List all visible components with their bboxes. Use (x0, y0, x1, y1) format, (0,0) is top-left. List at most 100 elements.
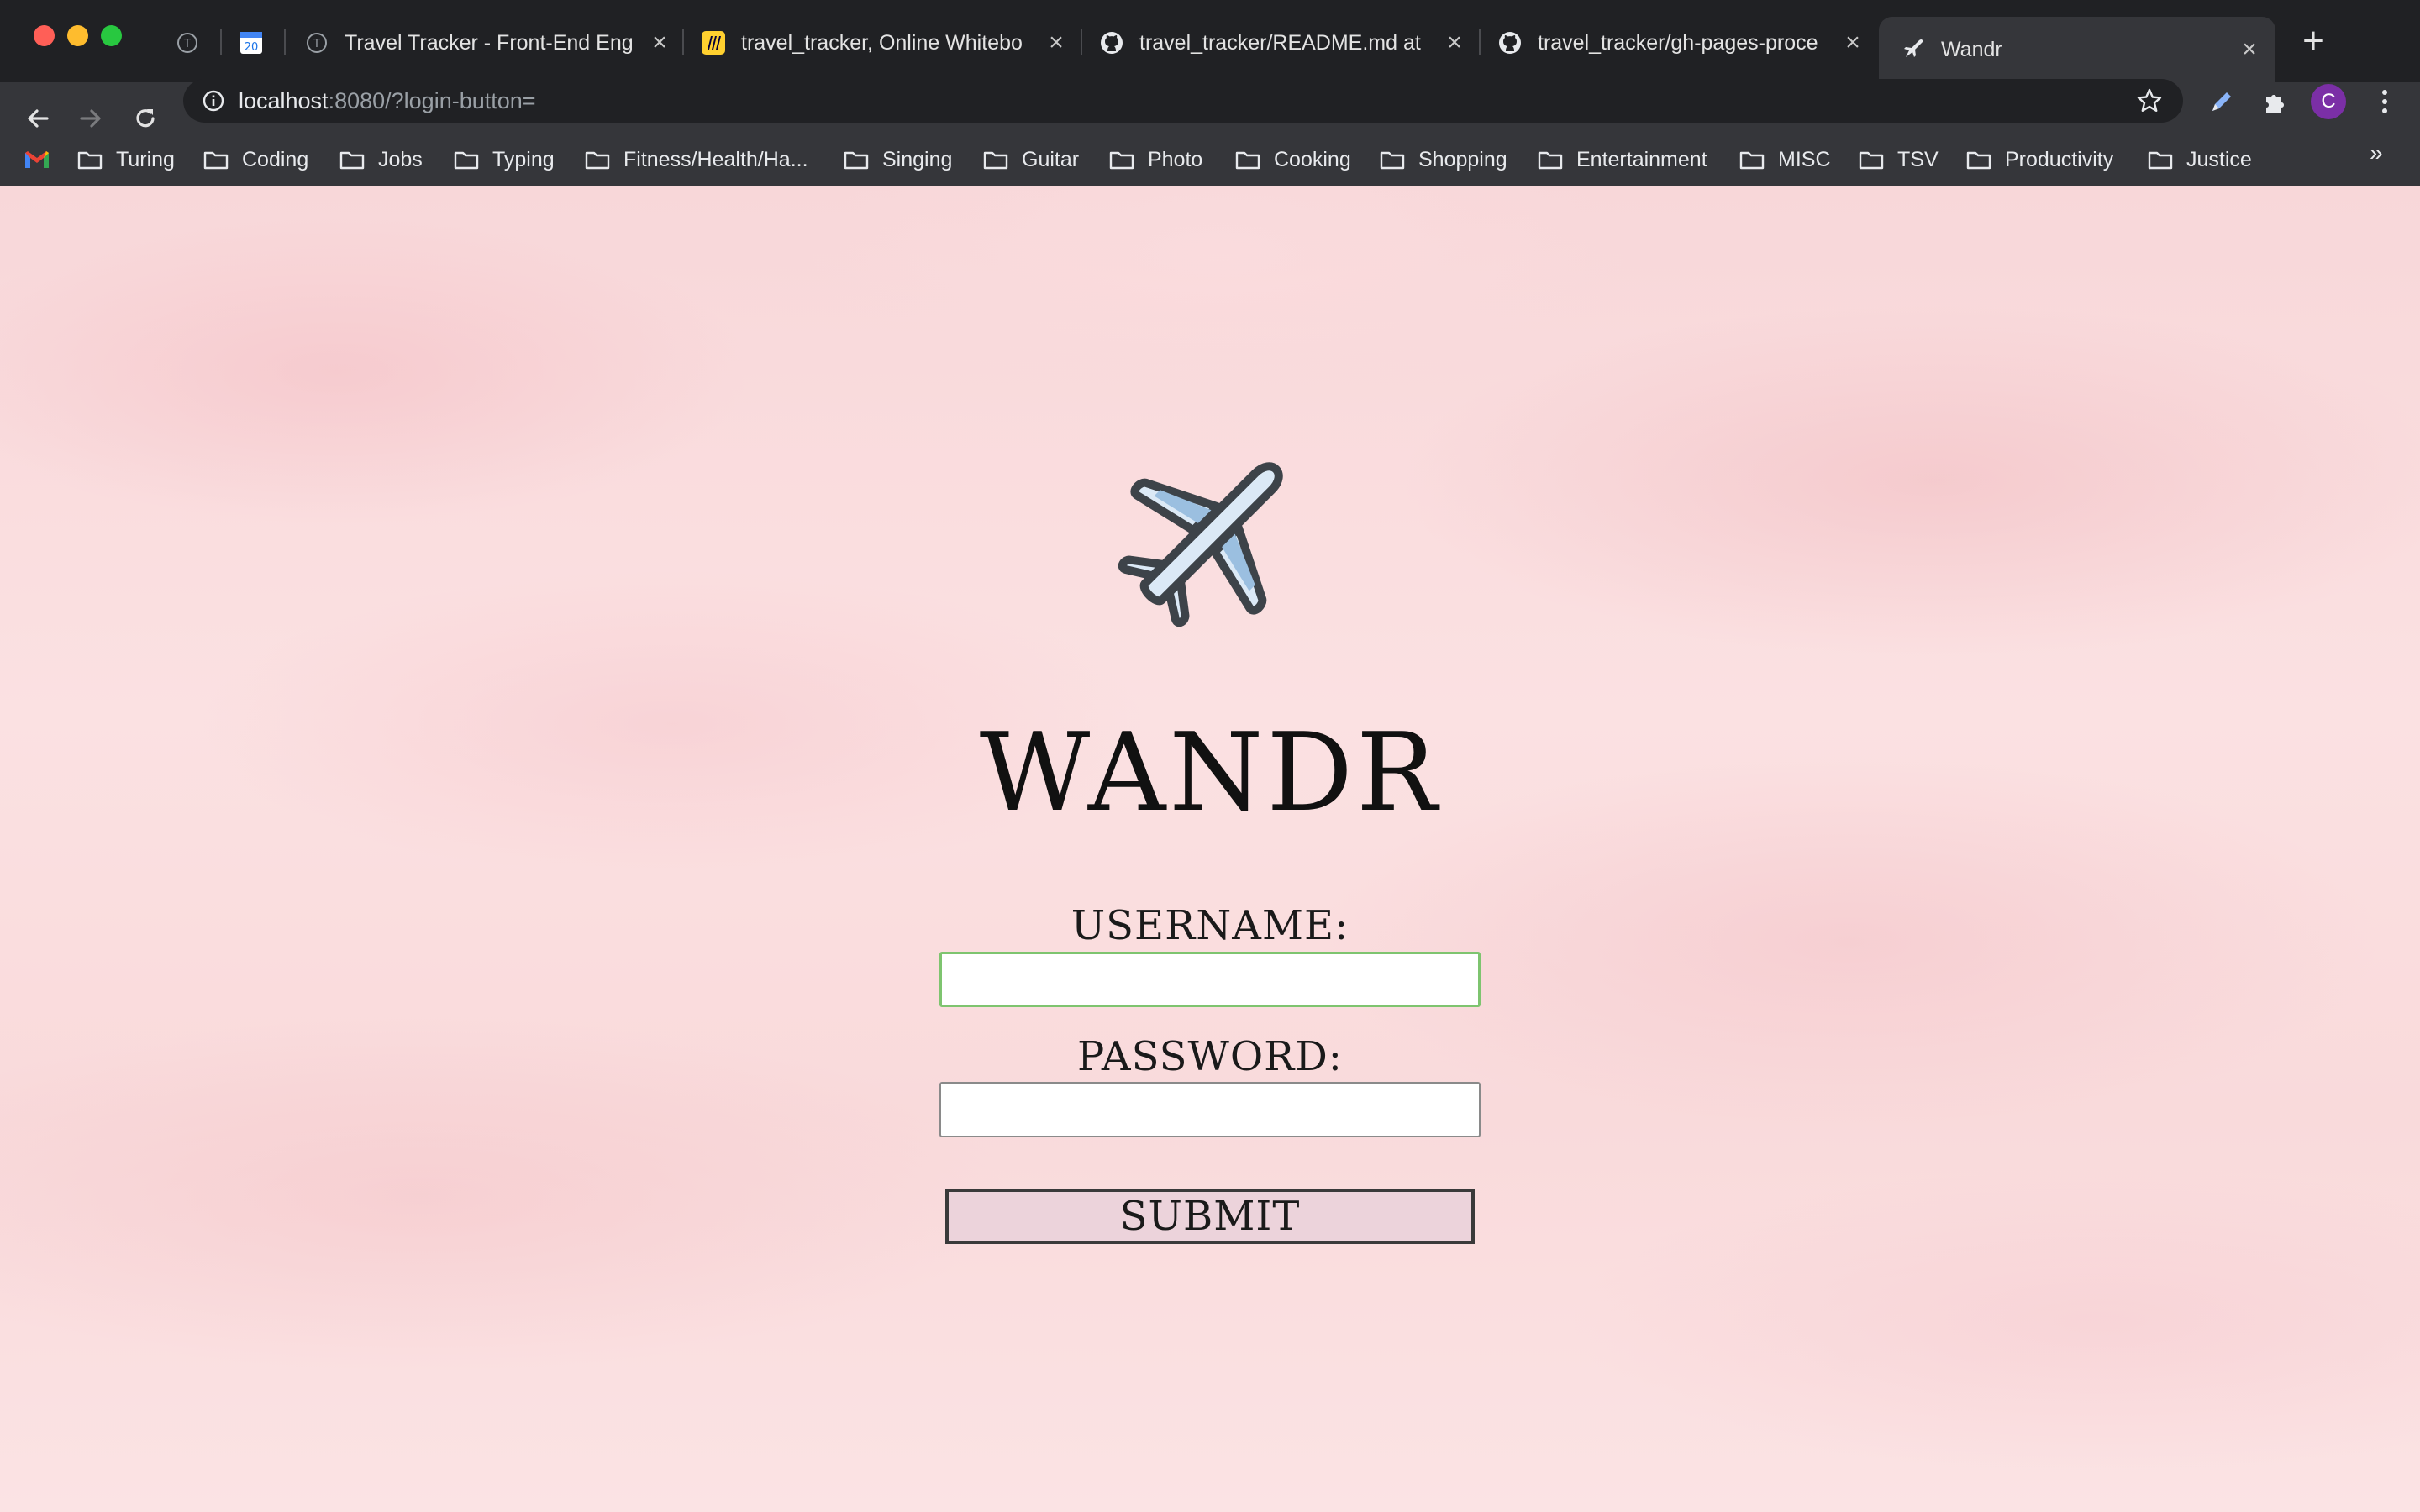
submit-button[interactable]: SUBMIT (945, 1189, 1475, 1244)
bookmark-folder-coding[interactable]: Coding (203, 144, 308, 175)
username-input[interactable] (939, 952, 1481, 1007)
tab-separator (1081, 29, 1082, 55)
folder-icon (1380, 151, 1405, 170)
bookmark-folder-singing[interactable]: Singing (844, 144, 952, 175)
close-icon[interactable]: × (1440, 29, 1469, 57)
tab-separator (220, 29, 222, 55)
github-icon (1099, 30, 1124, 55)
folder-icon (844, 151, 869, 170)
password-label: PASSWORD: (1077, 1033, 1343, 1080)
bookmark-folder-cooking[interactable]: Cooking (1235, 144, 1351, 175)
pen-icon (2212, 92, 2231, 111)
close-icon[interactable]: × (1042, 29, 1071, 57)
bookmark-gmail[interactable] (24, 144, 50, 175)
tab-title: travel_tracker/README.md at (1139, 30, 1421, 55)
bookmark-label: Productivity (2005, 147, 2114, 171)
tab-pinned-calendar[interactable]: 20 (239, 18, 267, 67)
airplane-logo-icon (1118, 462, 1283, 627)
bookmark-label: Photo (1148, 147, 1203, 171)
svg-text:T: T (313, 38, 320, 50)
close-icon[interactable]: × (1839, 29, 1867, 57)
info-icon[interactable] (202, 89, 225, 113)
folder-icon (339, 151, 365, 170)
bookmark-folder-entertainment[interactable]: Entertainment (1538, 144, 1707, 175)
tab-travel-tracker-spec[interactable]: T Travel Tracker - Front-End Eng × (304, 18, 674, 67)
bookmark-label: Entertainment (1576, 147, 1707, 171)
folder-icon (2148, 151, 2173, 170)
login-page: WANDR USERNAME: PASSWORD: SUBMIT (0, 186, 2420, 1512)
tab-title: Wandr (1941, 37, 2002, 61)
chrome-menu-button[interactable] (2370, 87, 2400, 117)
folder-icon (77, 151, 103, 170)
url-text[interactable]: localhost:8080/?login-button= (239, 88, 536, 114)
folder-icon (1235, 151, 1260, 170)
password-input[interactable] (939, 1082, 1481, 1137)
username-label: USERNAME: (1071, 902, 1349, 949)
tab-github-gh-pages[interactable]: travel_tracker/gh-pages-proce × (1497, 18, 1867, 67)
tab-pinned-turing[interactable]: T (175, 18, 203, 67)
calendar-day: 20 (245, 41, 259, 54)
bookmark-folder-jobs[interactable]: Jobs (339, 144, 423, 175)
svg-text:T: T (183, 38, 191, 50)
bookmark-label: Cooking (1274, 147, 1351, 171)
bookmark-folder-guitar[interactable]: Guitar (983, 144, 1079, 175)
folder-icon (1859, 151, 1884, 170)
folder-icon (1966, 151, 1991, 170)
url-host: localhost (239, 88, 329, 113)
extensions-button[interactable] (2260, 87, 2291, 117)
tab-title: travel_tracker/gh-pages-proce (1538, 30, 1818, 55)
bookmark-label: MISC (1778, 147, 1831, 171)
minimize-window-button[interactable] (67, 25, 88, 46)
profile-avatar[interactable]: C (2311, 84, 2346, 119)
plane-icon (1901, 37, 1926, 62)
bookmark-folder-tsv[interactable]: TSV (1859, 144, 1939, 175)
calendar-icon: 20 (239, 30, 264, 55)
close-icon[interactable]: × (645, 29, 674, 57)
tab-title: Travel Tracker - Front-End Eng (345, 30, 634, 55)
bookmark-folder-justice[interactable]: Justice (2148, 144, 2252, 175)
app-title: WANDR (979, 711, 1441, 836)
bookmark-folder-photo[interactable]: Photo (1109, 144, 1202, 175)
bookmark-folder-fitness-health-ha[interactable]: Fitness/Health/Ha... (585, 144, 808, 175)
bookmarks-overflow-button[interactable]: » (2370, 139, 2383, 166)
tab-github-readme[interactable]: travel_tracker/README.md at × (1099, 18, 1469, 67)
tab-title: travel_tracker, Online Whitebo (741, 30, 1023, 55)
browser-tab-strip: T 20 T Travel Tracker - Front-End Eng × … (0, 0, 2420, 82)
maximize-window-button[interactable] (101, 25, 122, 46)
puzzle-icon (2266, 95, 2284, 113)
bookmark-label: Turing (116, 147, 175, 171)
close-icon[interactable]: × (2235, 35, 2264, 64)
arrow-left-icon (28, 109, 49, 128)
bookmark-label: Singing (882, 147, 953, 171)
tab-miro-whiteboard[interactable]: travel_tracker, Online Whitebo × (701, 18, 1071, 67)
bookmark-folder-productivity[interactable]: Productivity (1966, 144, 2113, 175)
bookmark-label: Typing (492, 147, 555, 171)
folder-icon (1739, 151, 1765, 170)
bookmark-folder-typing[interactable]: Typing (454, 144, 555, 175)
folder-icon (1538, 151, 1563, 170)
new-tab-button[interactable]: + (2294, 20, 2333, 61)
url-path: :8080/?login-button= (328, 88, 536, 113)
tab-separator (1479, 29, 1481, 55)
miro-icon (701, 30, 726, 55)
bookmark-folder-shopping[interactable]: Shopping (1380, 144, 1507, 175)
bookmark-label: Justice (2186, 147, 2252, 171)
folder-icon (203, 151, 229, 170)
bookmark-folder-misc[interactable]: MISC (1739, 144, 1831, 175)
pen-extension-button[interactable] (2207, 87, 2237, 117)
arrow-right-icon (80, 109, 101, 128)
bookmark-label: TSV (1897, 147, 1939, 171)
bookmark-star-icon[interactable] (2136, 87, 2163, 114)
folder-icon (983, 151, 1008, 170)
tab-wandr-active[interactable]: Wandr × (1879, 17, 2275, 82)
github-icon (1497, 30, 1523, 55)
tab-separator (682, 29, 684, 55)
turing-icon: T (175, 30, 200, 55)
turing-icon: T (304, 30, 329, 55)
bookmark-folder-turing[interactable]: Turing (77, 144, 175, 175)
close-window-button[interactable] (34, 25, 55, 46)
address-bar[interactable]: localhost:8080/?login-button= (183, 79, 2183, 123)
bookmark-label: Fitness/Health/Ha... (623, 147, 808, 171)
more-vertical-icon (2382, 90, 2387, 113)
folder-icon (454, 151, 479, 170)
